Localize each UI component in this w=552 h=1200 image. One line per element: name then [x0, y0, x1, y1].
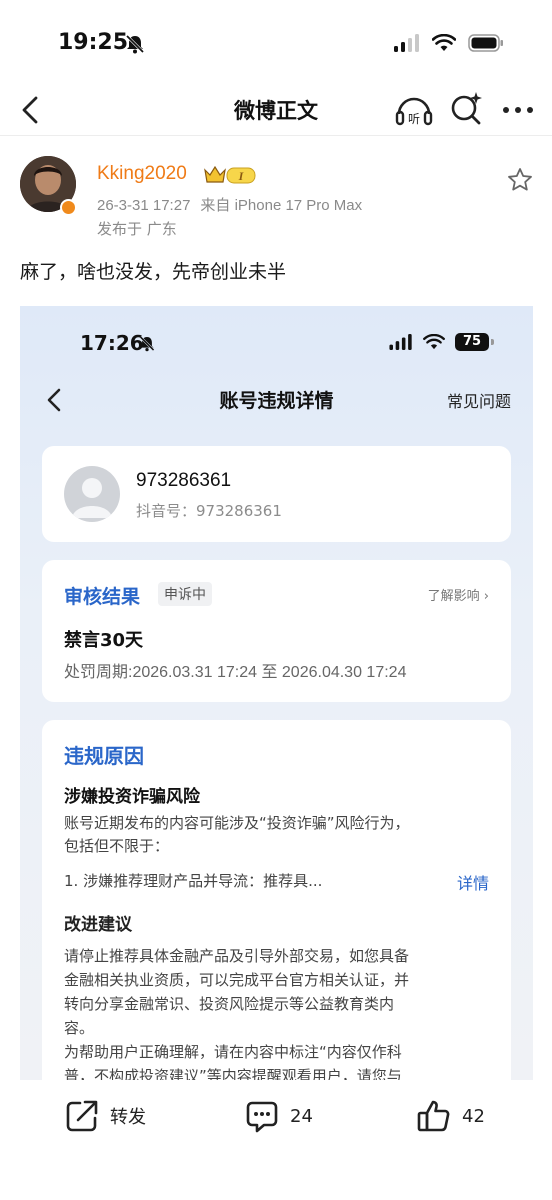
post-image[interactable]: 17:26 75 账号违规详情 常见问题 973286361 抖音号：97328…: [20, 306, 533, 1080]
advice-title: 改进建议: [64, 915, 132, 935]
more-dots-icon[interactable]: [498, 90, 538, 130]
violation-title: 违规原因: [64, 744, 144, 768]
impact-link: 了解影响 ›: [427, 589, 489, 604]
advice-line2: 金融相关执业资质，可以完成平台官方相关认证，并: [64, 971, 410, 989]
embedded-wifi-icon: [423, 334, 445, 350]
embedded-bell-muted-icon: [139, 336, 155, 352]
wifi-icon: [432, 34, 456, 51]
comment-count: 24: [290, 1105, 313, 1127]
comment-icon: [246, 1101, 278, 1133]
embedded-faq-link: 常见问题: [446, 392, 511, 411]
thumbs-up-icon: [417, 1100, 450, 1132]
status-time: 19:25: [58, 30, 129, 55]
like-count: 42: [462, 1105, 485, 1127]
verified-badge-icon: [60, 199, 77, 216]
listen-headphones-icon[interactable]: 听: [394, 90, 434, 130]
vip-crown-badge-icon: I: [204, 165, 256, 184]
comment-button[interactable]: 24: [244, 1098, 313, 1134]
status-bar: 19:25: [0, 0, 552, 86]
violation-subtitle: 涉嫌投资诈骗风险: [64, 787, 200, 807]
search-sparkle-icon[interactable]: [448, 90, 484, 126]
account-card: 973286361 抖音号：973286361: [42, 446, 511, 542]
cellular-signal-icon: [394, 34, 419, 52]
battery-icon: [468, 34, 503, 52]
post-source: 来自 iPhone 17 Pro Max: [200, 197, 363, 214]
advice-line6: 普，不构成投资建议”等内容提醒观看用户，请您与: [64, 1067, 402, 1080]
violation-reason-card: 违规原因 涉嫌投资诈骗风险 账号近期发布的内容可能涉及“投资诈骗”风险行为， 包…: [42, 720, 511, 1080]
author-username[interactable]: Kking2020: [97, 163, 187, 185]
account-name: 973286361: [136, 470, 232, 491]
post-meta: 26-3-31 17:27 来自 iPhone 17 Pro Max: [97, 194, 362, 215]
embedded-status-time: 17:26: [80, 331, 144, 355]
violation-detail-link: 详情: [456, 874, 489, 893]
listen-label: 听: [408, 112, 420, 126]
review-result-card: 审核结果 申诉中 了解影响 › 禁言30天 处罚周期:2026.03.31 17…: [42, 560, 511, 702]
embedded-cellular-icon: [389, 334, 412, 350]
repost-button[interactable]: 转发: [64, 1098, 146, 1134]
advice-line4: 容。: [64, 1019, 95, 1037]
post-body-text: 麻了，啥也没发，先帝创业未半: [20, 261, 287, 283]
embedded-battery-level: 75: [455, 333, 494, 351]
advice-line3: 转向分享金融常识、投资风险提示等公益教育类内: [64, 995, 395, 1013]
appeal-status-badge: 申诉中: [158, 582, 212, 606]
penalty-text: 禁言30天: [64, 630, 144, 651]
penalty-period: 处罚周期:2026.03.31 17:24 至 2026.04.30 17:24: [64, 664, 407, 681]
bell-muted-icon: [125, 34, 145, 54]
default-avatar-icon: [64, 466, 120, 522]
violation-desc-line1: 账号近期发布的内容可能涉及“投资诈骗”风险行为，: [64, 814, 410, 832]
violation-desc-line2: 包括但不限于：: [64, 837, 170, 855]
repost-label: 转发: [110, 1107, 146, 1128]
advice-line1: 请停止推荐具体金融产品及引导外部交易，如您具备: [64, 947, 410, 965]
action-bar: 转发 24 42: [0, 1080, 552, 1200]
post-date: 26-3-31 17:27: [97, 197, 191, 214]
like-button[interactable]: 42: [416, 1098, 485, 1134]
nav-bar: 微博正文 听: [0, 86, 552, 136]
advice-line5: 为帮助用户正确理解，请在内容中标注“内容仅作科: [64, 1043, 402, 1061]
review-result-title: 审核结果: [64, 586, 141, 608]
post-location: 发布于 广东: [97, 220, 177, 238]
violation-item: 1. 涉嫌推荐理财产品并导流：推荐具...: [64, 872, 323, 890]
repost-icon: [66, 1100, 98, 1132]
account-douyin-id: 抖音号：973286361: [136, 502, 282, 520]
favorite-star-icon[interactable]: [506, 166, 534, 194]
